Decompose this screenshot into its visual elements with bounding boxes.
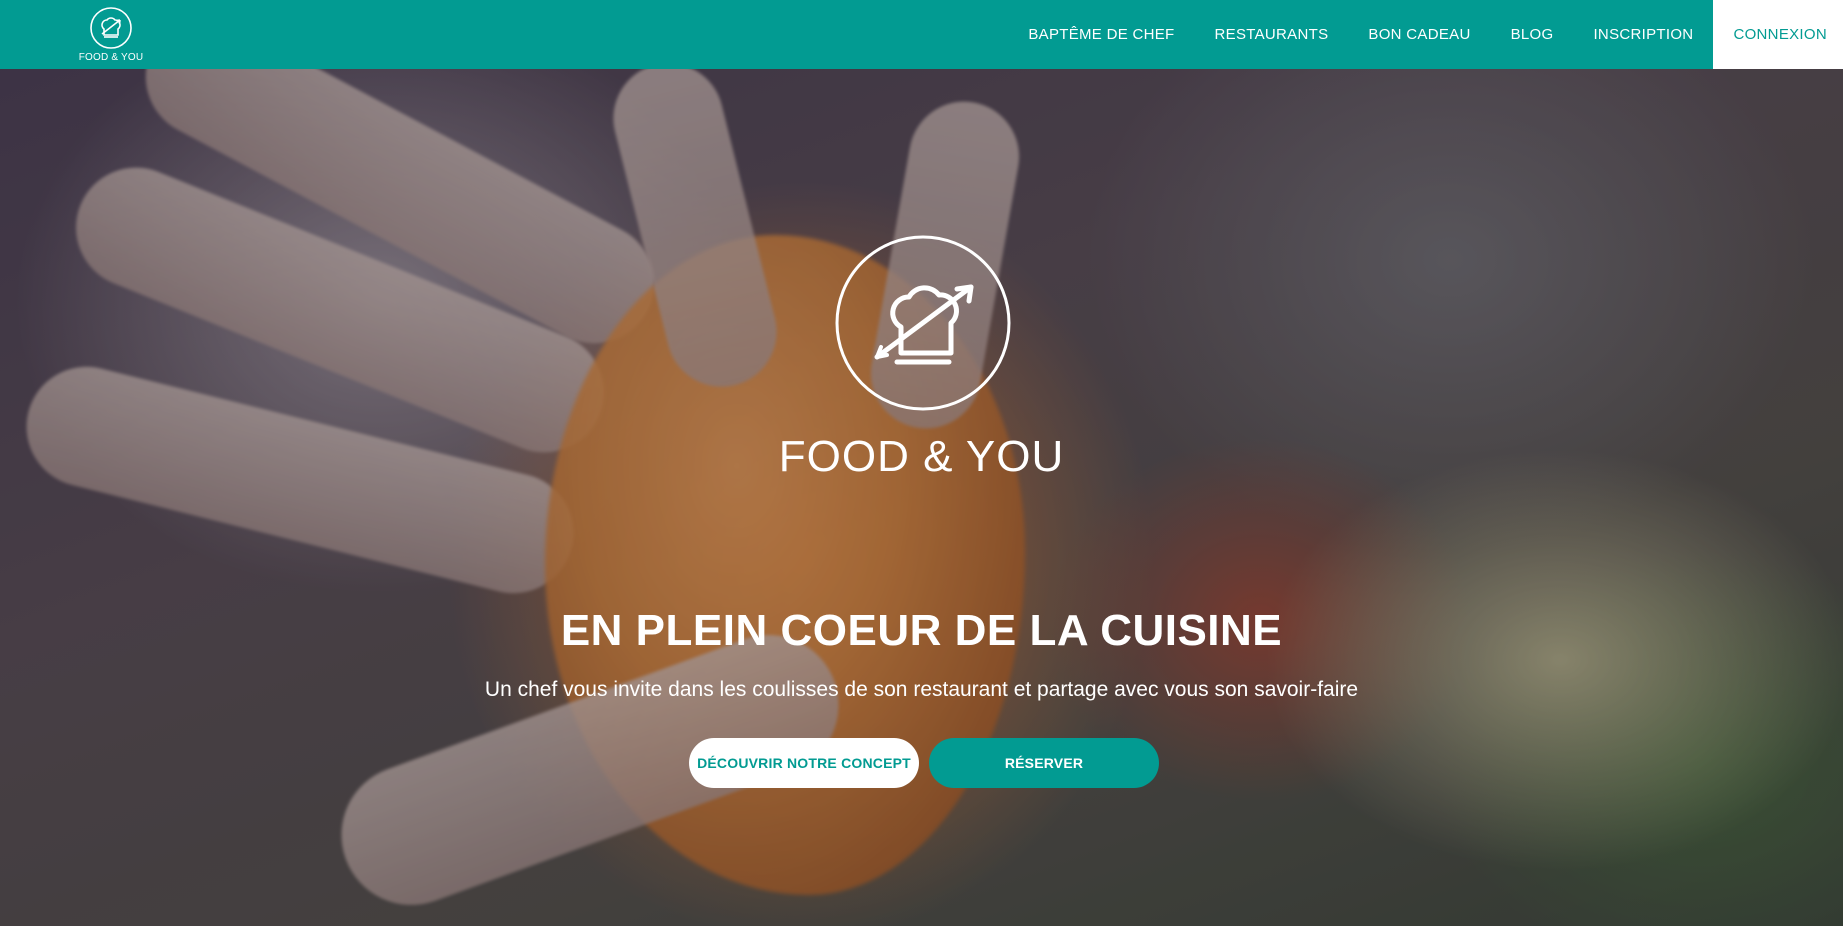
top-navbar: FOOD & YOU BAPTÊME DE CHEF RESTAURANTS B… bbox=[0, 0, 1843, 69]
nav-item-bon-cadeau[interactable]: BON CADEAU bbox=[1348, 0, 1490, 69]
nav-item-bapteme-de-chef[interactable]: BAPTÊME DE CHEF bbox=[1008, 0, 1194, 69]
main-nav: BAPTÊME DE CHEF RESTAURANTS BON CADEAU B… bbox=[1008, 0, 1843, 69]
discover-concept-button[interactable]: DÉCOUVRIR NOTRE CONCEPT bbox=[689, 738, 919, 788]
site-logo-text: FOOD & YOU bbox=[78, 52, 144, 63]
hero-section: FOOD & YOU EN PLEIN COEUR DE LA CUISINE … bbox=[0, 0, 1843, 926]
hero-subtitle: Un chef vous invite dans les coulisses d… bbox=[484, 678, 1359, 701]
nav-item-restaurants[interactable]: RESTAURANTS bbox=[1195, 0, 1349, 69]
hero-brand-wordmark: FOOD & YOU bbox=[778, 432, 1065, 481]
nav-item-inscription[interactable]: INSCRIPTION bbox=[1573, 0, 1713, 69]
site-logo[interactable]: FOOD & YOU bbox=[78, 6, 144, 66]
book-button[interactable]: RÉSERVER bbox=[929, 738, 1159, 788]
nav-item-blog[interactable]: BLOG bbox=[1491, 0, 1574, 69]
hero-cta-group: DÉCOUVRIR NOTRE CONCEPT RÉSERVER bbox=[689, 738, 1159, 788]
nav-item-connexion[interactable]: CONNEXION bbox=[1713, 0, 1843, 69]
chef-hat-arrow-icon bbox=[835, 235, 1011, 411]
hero-title: EN PLEIN COEUR DE LA CUISINE bbox=[560, 606, 1283, 655]
chef-hat-arrow-icon bbox=[90, 7, 132, 49]
